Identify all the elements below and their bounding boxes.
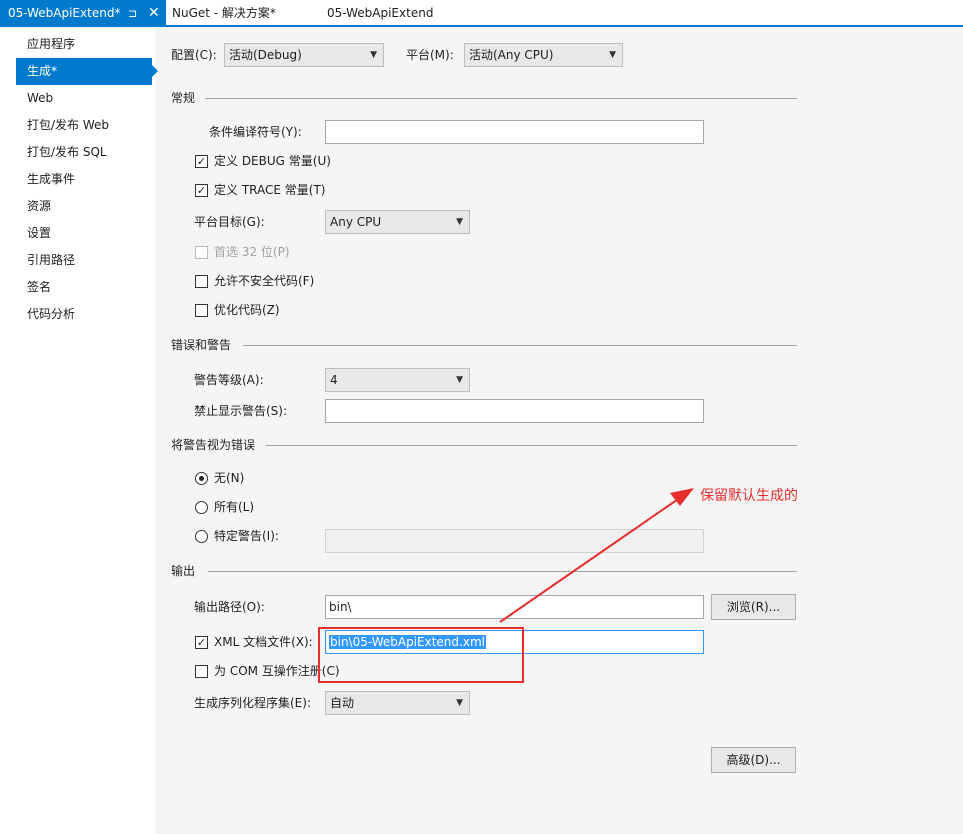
- output-path-input[interactable]: bin\: [325, 595, 704, 619]
- com-register-label: 为 COM 互操作注册(C): [214, 664, 340, 678]
- platform-target-value: Any CPU: [330, 215, 382, 229]
- properties-sidebar: 应用程序 生成* Web 打包/发布 Web 打包/发布 SQL 生成事件 资源…: [0, 29, 158, 834]
- config-label: 配置(C):: [171, 48, 217, 62]
- sidebar-item-build[interactable]: 生成*: [16, 58, 158, 85]
- treat-all-label: 所有(L): [214, 500, 255, 514]
- suppress-warnings-label: 禁止显示警告(S):: [194, 404, 288, 418]
- serialization-value: 自动: [330, 696, 355, 710]
- xml-doc-label: XML 文档文件(X):: [214, 635, 313, 649]
- chevron-down-icon: ▼: [456, 375, 463, 385]
- section-divider: [205, 98, 797, 99]
- symbols-input[interactable]: [325, 120, 704, 144]
- prefer32-label: 首选 32 位(P): [214, 245, 290, 259]
- config-value: 活动(Debug): [229, 48, 302, 62]
- annotation-text: 保留默认生成的: [700, 488, 798, 504]
- close-icon[interactable]: ✕: [148, 0, 160, 27]
- optimize-checkbox[interactable]: [195, 304, 208, 317]
- treat-specific-label: 特定警告(I):: [214, 529, 279, 543]
- chevron-down-icon: ▼: [456, 217, 463, 227]
- browse-button[interactable]: 浏览(R)...: [711, 594, 796, 620]
- section-errors-title: 错误和警告: [171, 338, 232, 352]
- pin-icon[interactable]: ⊐: [128, 0, 137, 27]
- sidebar-item-web[interactable]: Web: [16, 85, 152, 112]
- unsafe-checkbox[interactable]: [195, 275, 208, 288]
- treat-none-radio[interactable]: [195, 472, 208, 485]
- section-general-title: 常规: [171, 91, 196, 105]
- trace-checkbox[interactable]: ✓: [195, 184, 208, 197]
- tab-project-properties[interactable]: 05-WebApiExtend* ⊐ ✕: [0, 0, 166, 27]
- tab-label: 05-WebApiExtend*: [8, 6, 121, 20]
- treat-none-label: 无(N): [214, 471, 245, 485]
- prefer32-checkbox: [195, 246, 208, 259]
- section-output-title: 输出: [171, 564, 196, 578]
- sidebar-item-reference-paths[interactable]: 引用路径: [16, 247, 152, 274]
- sidebar-item-signing[interactable]: 签名: [16, 274, 152, 301]
- platform-target-label: 平台目标(G):: [194, 215, 265, 229]
- treat-all-radio[interactable]: [195, 501, 208, 514]
- advanced-button[interactable]: 高级(D)...: [711, 747, 796, 773]
- suppress-warnings-input[interactable]: [325, 399, 704, 423]
- debug-label: 定义 DEBUG 常量(U): [214, 154, 331, 168]
- section-divider: [208, 571, 797, 572]
- sidebar-item-package-web[interactable]: 打包/发布 Web: [16, 112, 152, 139]
- platform-label: 平台(M):: [406, 48, 454, 62]
- xml-doc-input[interactable]: bin\05-WebApiExtend.xml: [325, 630, 704, 654]
- chevron-down-icon: ▼: [609, 50, 616, 60]
- sidebar-item-application[interactable]: 应用程序: [16, 31, 152, 58]
- tab-webapiextend[interactable]: 05-WebApiExtend: [327, 0, 433, 27]
- sidebar-item-resources[interactable]: 资源: [16, 193, 152, 220]
- platform-combo[interactable]: 活动(Any CPU) ▼: [464, 43, 623, 67]
- serialization-combo[interactable]: 自动 ▼: [325, 691, 470, 715]
- com-register-checkbox[interactable]: [195, 665, 208, 678]
- tab-nuget[interactable]: NuGet - 解决方案*: [172, 0, 276, 27]
- symbols-label: 条件编译符号(Y):: [209, 125, 302, 139]
- treat-specific-radio[interactable]: [195, 530, 208, 543]
- optimize-label: 优化代码(Z): [214, 303, 280, 317]
- warning-level-value: 4: [330, 373, 338, 387]
- section-treat-warnings-title: 将警告视为错误: [171, 438, 256, 452]
- serialization-label: 生成序列化程序集(E):: [194, 696, 311, 710]
- section-divider: [243, 345, 797, 346]
- trace-label: 定义 TRACE 常量(T): [214, 183, 326, 197]
- xml-doc-selected-text: bin\05-WebApiExtend.xml: [329, 635, 486, 649]
- config-combo[interactable]: 活动(Debug) ▼: [224, 43, 384, 67]
- xml-doc-checkbox[interactable]: ✓: [195, 636, 208, 649]
- warning-level-combo[interactable]: 4 ▼: [325, 368, 470, 392]
- warning-level-label: 警告等级(A):: [194, 373, 264, 387]
- chevron-down-icon: ▼: [370, 50, 377, 60]
- sidebar-item-settings[interactable]: 设置: [16, 220, 152, 247]
- platform-target-combo[interactable]: Any CPU ▼: [325, 210, 470, 234]
- document-tab-bar: 05-WebApiExtend* ⊐ ✕ NuGet - 解决方案* 05-We…: [0, 0, 963, 27]
- chevron-down-icon: ▼: [456, 698, 463, 708]
- output-path-label: 输出路径(O):: [194, 600, 265, 614]
- unsafe-label: 允许不安全代码(F): [214, 274, 315, 288]
- platform-value: 活动(Any CPU): [469, 48, 554, 62]
- sidebar-item-code-analysis[interactable]: 代码分析: [16, 301, 152, 328]
- radio-selected-dot: [199, 476, 204, 481]
- specific-warnings-input: [325, 529, 704, 553]
- debug-checkbox[interactable]: ✓: [195, 155, 208, 168]
- sidebar-item-package-sql[interactable]: 打包/发布 SQL: [16, 139, 152, 166]
- sidebar-item-build-events[interactable]: 生成事件: [16, 166, 152, 193]
- section-divider: [266, 445, 797, 446]
